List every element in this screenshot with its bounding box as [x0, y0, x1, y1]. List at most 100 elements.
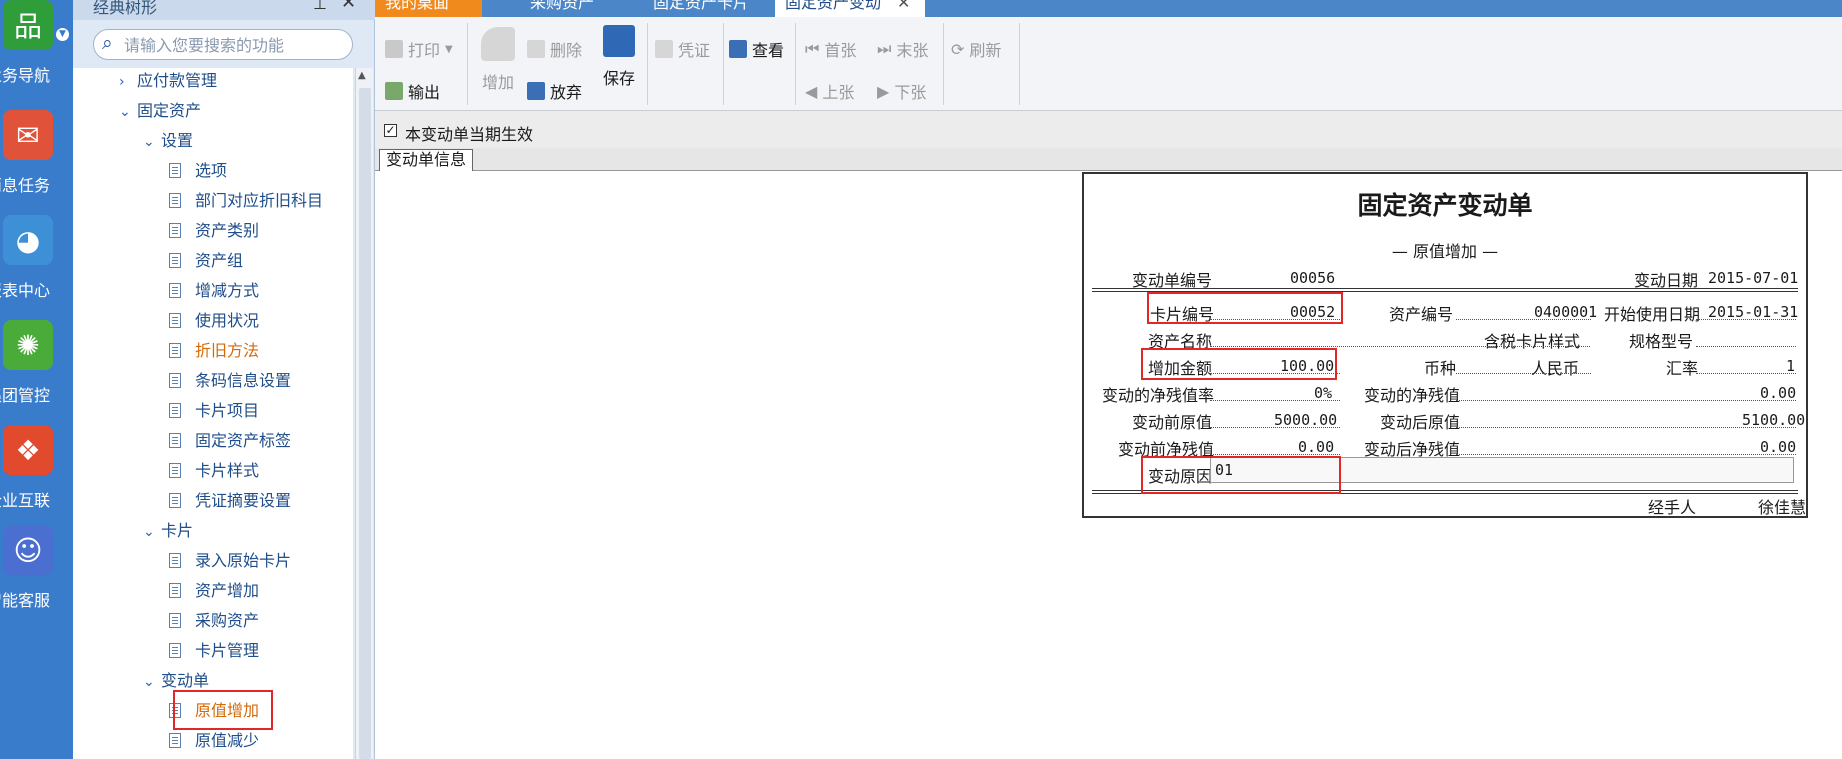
document-icon: [169, 643, 181, 658]
effect-checkbox[interactable]: ✓: [384, 124, 397, 137]
search-icon[interactable]: ⌕: [102, 32, 113, 54]
tree-leaf-card-items[interactable]: 卡片项目: [169, 398, 259, 424]
rail-item-enterprise-connect[interactable]: ❖ 企业互联: [0, 425, 73, 525]
rail-item-business-nav[interactable]: 品 ▼ 业务导航: [0, 0, 73, 100]
rail-item-group-control[interactable]: ✺ 集团管控: [0, 320, 73, 420]
view-label: 查看: [752, 41, 785, 60]
tree-leaf-depreciation-method[interactable]: 折旧方法: [169, 338, 259, 364]
tree-leaf-dept-depreciation[interactable]: 部门对应折旧科目: [169, 188, 323, 214]
search-box: ⌕: [93, 29, 353, 60]
asset-no-label: 资产编号: [1389, 305, 1454, 324]
discard-button[interactable]: 放弃: [527, 79, 582, 103]
chevron-down-icon[interactable]: ▼: [56, 28, 69, 41]
add-button[interactable]: 增加: [481, 27, 515, 93]
pin-icon[interactable]: ⊥: [313, 0, 327, 13]
app-window: 品 ▼ 业务导航 ✉ 消息任务 ◕ 报表中心 ✺ 集团管控 ❖ 企业互联 ☺ 智…: [0, 0, 1842, 759]
tab-change-info[interactable]: 变动单信息: [379, 149, 474, 171]
tree-leaf-asset-label[interactable]: 固定资产标签: [169, 428, 291, 454]
tree-leaf-options[interactable]: 选项: [169, 158, 227, 184]
tree-node-card[interactable]: ⌄ 卡片: [143, 518, 193, 544]
view-button[interactable]: 查看: [729, 37, 784, 61]
toolbar-divider: [467, 23, 468, 105]
orig-after-label: 变动后原值: [1380, 413, 1461, 432]
next-button[interactable]: ▶ 下张: [877, 79, 926, 103]
tree-node-label: 增减方式: [195, 281, 260, 300]
tree-leaf-card-style[interactable]: 卡片样式: [169, 458, 259, 484]
tree-leaf-barcode-settings[interactable]: 条码信息设置: [169, 368, 291, 394]
tree-leaf-asset-category[interactable]: 资产类别: [169, 218, 259, 244]
connect-icon: ❖: [3, 425, 53, 475]
underline: [1696, 319, 1796, 320]
discard-icon: [527, 82, 545, 100]
close-icon[interactable]: ✕: [341, 0, 356, 13]
document-icon: [169, 403, 181, 418]
tree-leaf-card-management[interactable]: 卡片管理: [169, 638, 259, 664]
search-input[interactable]: [124, 33, 344, 57]
tree-leaf-enter-original-card[interactable]: 录入原始卡片: [169, 548, 291, 574]
floppy-icon: [603, 25, 635, 57]
underline: [1456, 400, 1796, 401]
tree-node-label: 资产增加: [195, 581, 260, 600]
tree-node-settings[interactable]: ⌄ 设置: [143, 128, 193, 154]
refresh-label: 刷新: [969, 41, 1002, 60]
chevron-right-icon: ›: [119, 74, 125, 90]
prev-label: 上张: [822, 83, 855, 102]
chevron-down-icon: ⌄: [119, 104, 131, 120]
tab-purchase-asset[interactable]: 采购资产: [520, 0, 640, 17]
save-label: 保存: [603, 69, 636, 88]
refresh-button[interactable]: ⟳ 刷新: [951, 37, 1001, 61]
output-button[interactable]: 输出: [385, 79, 440, 103]
tree-node-label: 变动单: [161, 671, 210, 690]
tree-node-label: 资产类别: [195, 221, 260, 240]
rail-item-smart-service[interactable]: ☺ 智能客服: [0, 525, 73, 625]
highlight-box: [173, 690, 273, 730]
tree-node-label: 录入原始卡片: [195, 551, 292, 570]
nav-scrollbar[interactable]: ▲: [355, 68, 373, 759]
salvage-label: 变动的净残值: [1364, 386, 1461, 405]
underline: [1696, 346, 1796, 347]
tree-leaf-voucher-summary[interactable]: 凭证摘要设置: [169, 488, 291, 514]
prev-button[interactable]: ◀ 上张: [805, 79, 854, 103]
nav-panel-title: 经典树形: [93, 0, 158, 17]
tree-node-label: 使用状况: [195, 311, 260, 330]
change-date-value: 2015-07-01: [1708, 269, 1799, 287]
delete-icon: [527, 40, 545, 58]
delete-button[interactable]: 删除: [527, 37, 582, 61]
last-button[interactable]: ⏭ 末张: [877, 37, 928, 61]
nav-panel: 经典树形 ⊥ ✕ ⌕ › 应付款管理 ⌄ 固定资产 ⌄ 设置 选项 部门对应折旧科目 …: [73, 0, 375, 759]
form-subtitle: — 原值增加 —: [1391, 242, 1499, 261]
tab-asset-card[interactable]: 固定资产卡片: [643, 0, 773, 17]
close-tab-icon[interactable]: ✕: [897, 0, 919, 17]
tree-leaf-asset-add[interactable]: 资产增加: [169, 578, 259, 604]
toolbar-divider: [723, 23, 724, 105]
change-no-value: 00056: [1290, 269, 1336, 287]
tree-leaf-change-method[interactable]: 增减方式: [169, 278, 259, 304]
asset-name-value: 含税卡片样式: [1484, 332, 1581, 351]
tree-leaf-usage-status[interactable]: 使用状况: [169, 308, 259, 334]
document-icon: [169, 583, 181, 598]
scroll-up-icon[interactable]: ▲: [358, 70, 366, 81]
output-label: 输出: [408, 83, 441, 102]
effect-checkbox-label: 本变动单当期生效: [405, 125, 534, 144]
rail-item-reports[interactable]: ◕ 报表中心: [0, 215, 73, 315]
tree-leaf-original-value-decrease[interactable]: 原值减少: [169, 728, 259, 754]
report-chart-icon: ◕: [3, 215, 53, 265]
last-icon: ⏭: [877, 39, 892, 58]
tree-node-label: 卡片样式: [195, 461, 260, 480]
print-button[interactable]: 打印 ▼: [385, 37, 453, 61]
tree-node-label: 采购资产: [195, 611, 260, 630]
tree-node-label: 原值减少: [195, 731, 260, 750]
rail-item-messages[interactable]: ✉ 消息任务: [0, 110, 73, 210]
tree-leaf-asset-group[interactable]: 资产组: [169, 248, 243, 274]
change-form: 固定资产变动单 — 原值增加 — 变动单编号 00056 变动日期 2015-0…: [1082, 172, 1808, 518]
first-button[interactable]: ⏮ 首张: [805, 37, 856, 61]
tree-node-fixed-assets[interactable]: ⌄ 固定资产: [119, 98, 201, 124]
tree-node-ap[interactable]: › 应付款管理: [119, 68, 217, 94]
tree-node-label: 卡片项目: [195, 401, 260, 420]
tree-leaf-purchase-asset[interactable]: 采购资产: [169, 608, 259, 634]
tab-my-desktop[interactable]: 我的桌面: [375, 0, 482, 17]
voucher-button[interactable]: 凭证: [655, 37, 710, 61]
currency-label: 币种: [1424, 359, 1457, 378]
scrollbar-thumb[interactable]: [359, 88, 371, 759]
save-button[interactable]: 保存: [603, 25, 635, 89]
